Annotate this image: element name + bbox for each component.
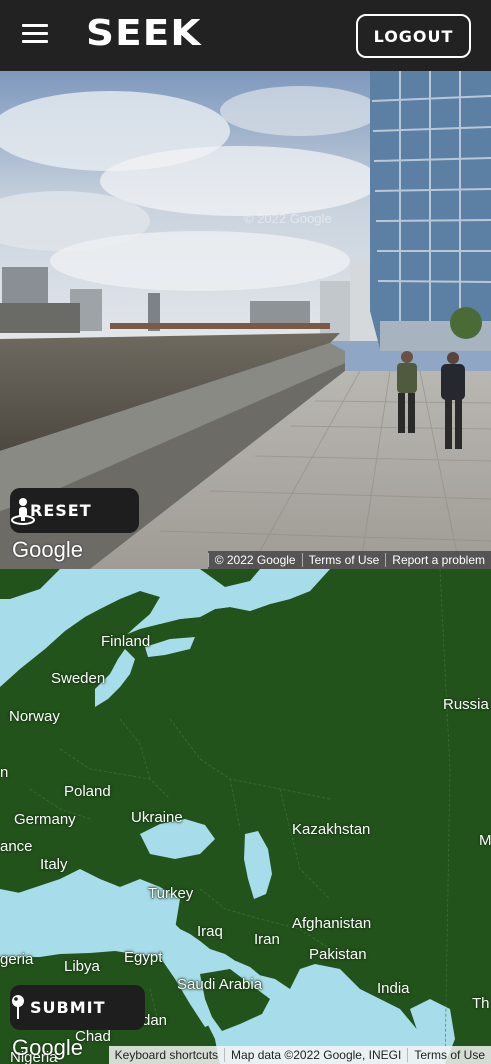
reset-button[interactable]: RESET xyxy=(10,488,139,533)
map-label: Saudi Arabia xyxy=(177,976,263,993)
keyboard-shortcuts-link[interactable]: Keyboard shortcuts xyxy=(109,1048,224,1062)
map-label: n xyxy=(0,764,9,781)
map-label: Kazakhstan xyxy=(292,821,371,838)
submit-label: SUBMIT xyxy=(30,998,106,1017)
report-problem-link[interactable]: Report a problem xyxy=(385,553,491,567)
google-logo: Google xyxy=(12,537,83,562)
map-label: Iraq xyxy=(197,923,223,940)
map-label: Ukraine xyxy=(131,809,183,826)
map-label: geria xyxy=(0,951,34,968)
hamburger-menu-icon[interactable] xyxy=(22,24,48,46)
map-label: Italy xyxy=(40,856,68,873)
map-attribution: Keyboard shortcuts Map data ©2022 Google… xyxy=(108,1046,491,1064)
map-label: Norway xyxy=(9,708,60,725)
reset-label: RESET xyxy=(30,501,92,520)
map-label: M xyxy=(479,832,491,849)
guess-map[interactable]: Finland Sweden Norway Russia n Poland Ge… xyxy=(0,569,491,1064)
map-label: Poland xyxy=(64,783,111,800)
terms-of-use-link[interactable]: Terms of Use xyxy=(407,1048,491,1062)
app-logo: SEEK xyxy=(86,13,202,54)
map-label: Russia xyxy=(443,696,489,713)
map-label: Th xyxy=(472,995,490,1012)
map-label: Pakistan xyxy=(309,946,367,963)
google-logo: Google xyxy=(12,1035,83,1060)
streetview-attribution: © 2022 Google Terms of Use Report a prob… xyxy=(207,551,491,569)
map-label: Finland xyxy=(101,633,151,650)
map-label: Egypt xyxy=(124,949,163,966)
pegman-icon xyxy=(11,498,35,525)
map-label: ance xyxy=(0,838,33,855)
logout-button[interactable]: LOGOUT xyxy=(356,14,471,58)
google-watermark: © 2022 Google xyxy=(244,211,332,226)
map-label: India xyxy=(377,980,410,997)
copyright-text: © 2022 Google xyxy=(207,553,302,567)
top-bar: SEEK LOGOUT xyxy=(0,0,491,71)
map-label: Sweden xyxy=(51,670,106,687)
map-label: Germany xyxy=(14,811,76,828)
street-view-panorama[interactable]: © 2022 Google RESET Google © 2022 Google… xyxy=(0,71,491,569)
map-label: dan xyxy=(142,1012,168,1029)
map-label: Libya xyxy=(64,958,100,975)
submit-button[interactable]: SUBMIT xyxy=(10,985,145,1030)
map-label: Afghanistan xyxy=(292,915,372,932)
app-root: SEEK LOGOUT © 2022 Google RESET Google ©… xyxy=(0,0,491,1064)
map-label: Turkey xyxy=(148,885,194,902)
map-label: Iran xyxy=(254,931,280,948)
terms-of-use-link[interactable]: Terms of Use xyxy=(301,553,386,567)
map-data-text: Map data ©2022 Google, INEGI xyxy=(224,1048,407,1062)
pin-icon xyxy=(12,995,24,1019)
